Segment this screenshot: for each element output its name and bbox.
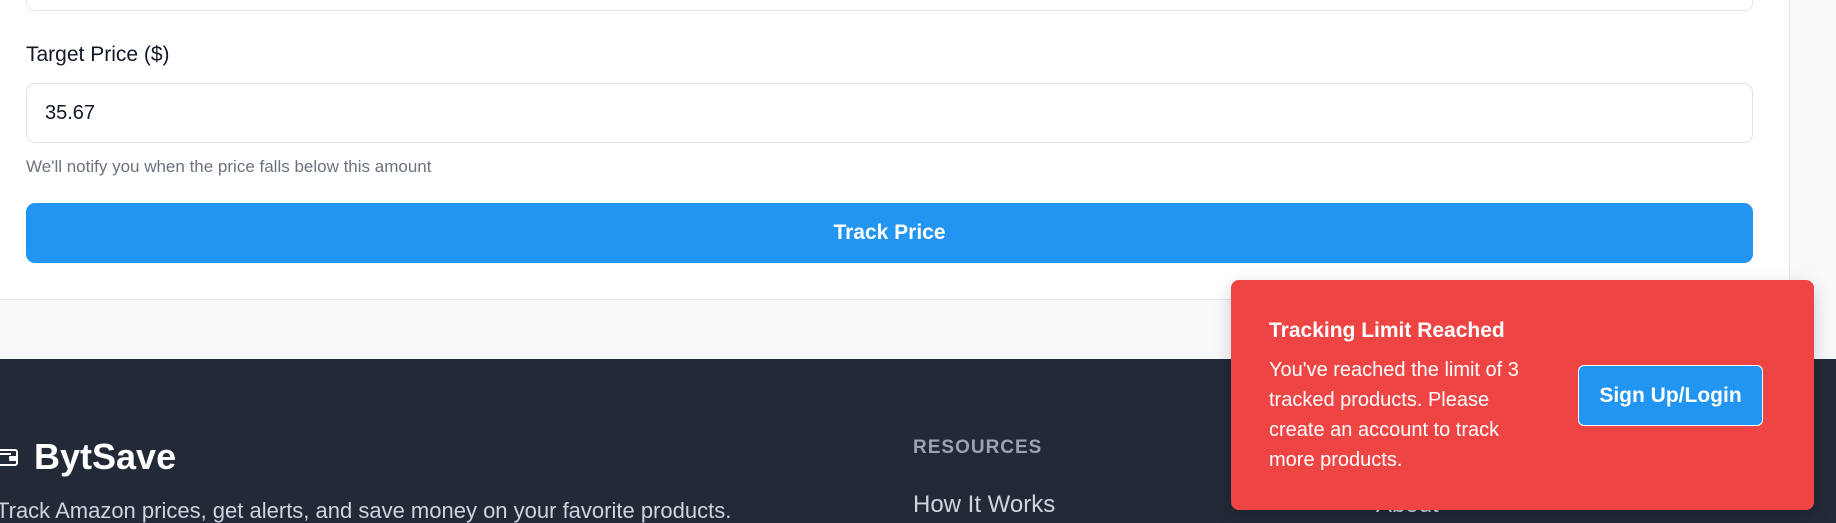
target-price-hint: We'll notify you when the price falls be… (26, 157, 432, 176)
sign-up-login-button[interactable]: Sign Up/Login (1578, 365, 1763, 426)
previous-input-field[interactable] (26, 0, 1753, 11)
resources-heading: RESOURCES (913, 437, 1043, 458)
wallet-icon (0, 447, 20, 467)
page: Target Price ($) We'll notify you when t… (0, 0, 1836, 523)
tracking-limit-toast: Tracking Limit Reached You've reached th… (1231, 280, 1814, 510)
target-price-input[interactable] (26, 83, 1753, 143)
target-price-label: Target Price ($) (26, 43, 170, 66)
how-it-works-link[interactable]: How It Works (913, 491, 1055, 519)
track-price-button[interactable]: Track Price (26, 203, 1753, 263)
footer-tagline: Track Amazon prices, get alerts, and sav… (0, 498, 732, 523)
brand-name[interactable]: BytSave (34, 436, 176, 478)
toast-message: You've reached the limit of 3 tracked pr… (1269, 359, 1519, 471)
track-price-card: Target Price ($) We'll notify you when t… (0, 0, 1790, 300)
footer-brand: BytSave (0, 436, 176, 478)
toast-title: Tracking Limit Reached (1269, 319, 1505, 342)
